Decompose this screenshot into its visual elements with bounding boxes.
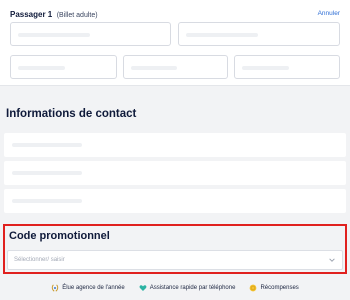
badge-phone-support: Assistance rapide par téléphone xyxy=(139,284,236,292)
badge-label: Récompenses xyxy=(260,285,299,291)
laurel-icon xyxy=(52,284,59,292)
badge-agency-award: Élue agence de l'année xyxy=(51,284,125,292)
heart-icon xyxy=(139,285,147,292)
passenger-card: Passager 1 (Billet adulte) Annuler xyxy=(0,0,350,86)
birth-day-field[interactable] xyxy=(10,55,117,79)
birth-month-field[interactable] xyxy=(123,55,228,79)
passenger-ticket-type: (Billet adulte) xyxy=(56,12,98,19)
contact-email-field[interactable] xyxy=(4,133,346,157)
badge-label: Assistance rapide par téléphone xyxy=(149,285,236,291)
contact-extra-field[interactable] xyxy=(4,189,346,213)
promo-code-placeholder: Sélectionner/ saisir xyxy=(14,257,65,263)
promo-code-select[interactable]: Sélectionner/ saisir xyxy=(7,250,343,270)
last-name-field[interactable] xyxy=(178,22,340,46)
passenger-heading: Passager 1 (Billet adulte) xyxy=(10,4,98,22)
first-name-field[interactable] xyxy=(10,22,171,46)
chevron-down-icon xyxy=(329,258,335,262)
coin-icon xyxy=(250,284,257,292)
badge-rewards: Récompenses xyxy=(249,284,299,292)
passenger-header: Passager 1 (Billet adulte) Annuler xyxy=(10,6,340,20)
trust-badges: Élue agence de l'année Assistance rapide… xyxy=(0,282,350,294)
birth-year-field[interactable] xyxy=(234,55,340,79)
promo-code-title: Code promotionnel xyxy=(9,230,110,242)
contact-phone-field[interactable] xyxy=(4,161,346,185)
promo-code-section: Code promotionnel Sélectionner/ saisir xyxy=(3,224,347,274)
contact-section-title: Informations de contact xyxy=(6,108,137,120)
badge-label: Élue agence de l'année xyxy=(62,285,125,291)
cancel-link[interactable]: Annuler xyxy=(318,10,340,17)
passenger-title: Passager 1 xyxy=(10,10,53,19)
